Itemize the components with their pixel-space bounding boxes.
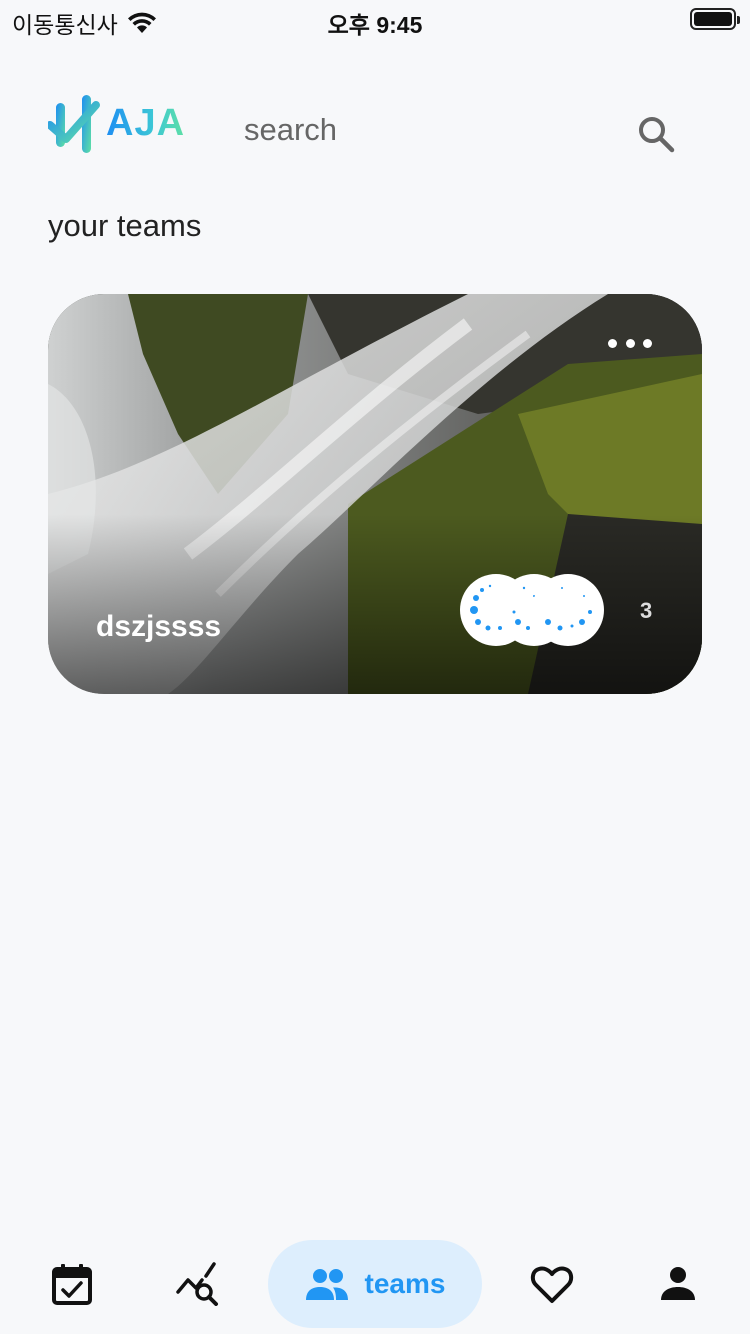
dot bbox=[608, 338, 617, 348]
nav-teams[interactable]: teams bbox=[268, 1240, 482, 1328]
nav-calendar[interactable] bbox=[32, 1240, 112, 1328]
member-avatars bbox=[460, 574, 610, 646]
screen: 이동통신사 오후 9:45 AJA search your teams dszj… bbox=[0, 0, 750, 1334]
member-avatar bbox=[532, 574, 604, 646]
heart-icon bbox=[530, 1266, 574, 1303]
header: AJA bbox=[48, 88, 702, 160]
search-button[interactable] bbox=[634, 112, 678, 156]
bottom-nav: teams bbox=[0, 1224, 750, 1334]
person-icon bbox=[661, 1267, 695, 1300]
people-icon bbox=[305, 1269, 348, 1300]
chart-search-icon bbox=[176, 1262, 218, 1306]
logo-mark-icon bbox=[48, 95, 100, 153]
app-logo: AJA bbox=[48, 88, 196, 158]
team-name: dszjssss bbox=[96, 610, 222, 643]
nav-analytics-search[interactable] bbox=[158, 1240, 238, 1328]
logo-text: AJA bbox=[106, 101, 186, 144]
search-input[interactable] bbox=[244, 106, 604, 154]
avatar-dots-icon bbox=[545, 587, 592, 631]
status-bar: 이동통신사 오후 9:45 bbox=[0, 0, 750, 40]
battery-icon bbox=[690, 8, 740, 30]
team-card[interactable]: dszjssss 3 bbox=[48, 294, 702, 694]
status-time: 오후 9:45 bbox=[327, 12, 423, 38]
dot bbox=[625, 338, 635, 348]
search-icon bbox=[639, 117, 675, 153]
dot bbox=[643, 338, 652, 348]
member-count: 3 bbox=[640, 598, 653, 623]
nav-teams-label: teams bbox=[364, 1268, 446, 1299]
more-options-button[interactable] bbox=[608, 332, 652, 354]
calendar-check-icon bbox=[52, 1264, 92, 1305]
nav-favorites[interactable] bbox=[512, 1240, 592, 1328]
section-title: your teams bbox=[48, 208, 202, 243]
nav-profile[interactable] bbox=[638, 1240, 718, 1328]
